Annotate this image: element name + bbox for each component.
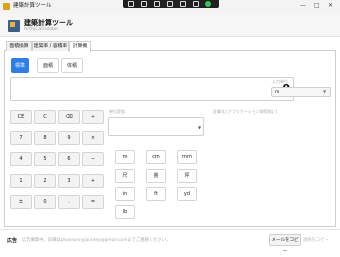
key-3[interactable]: 3 (58, 174, 80, 188)
key-2[interactable]: 2 (34, 174, 56, 188)
key-8[interactable]: 8 (34, 131, 56, 145)
key-7[interactable]: 7 (10, 131, 32, 145)
app-logo-icon (8, 20, 20, 32)
footer-divider (0, 229, 340, 230)
unit-in-button[interactable]: in (115, 187, 135, 201)
key-0[interactable]: 0 (34, 195, 56, 209)
check-icon[interactable] (205, 1, 211, 7)
unit-m-button[interactable]: m (115, 150, 135, 164)
unit-conversion-label: 単位変換 (109, 109, 125, 114)
key-minus[interactable]: − (82, 152, 104, 166)
tab-area-conversion[interactable]: 面積換算 (6, 41, 32, 51)
mode-standard-button[interactable]: 標準 (11, 58, 29, 73)
unit-cm-button[interactable]: cm (146, 150, 166, 164)
app-subtitle: ArchiCalculator (24, 27, 59, 32)
ad-text: 広告募集中。詳細はphoosunnyjourney@gmail.comまでご連絡… (22, 238, 171, 243)
key-5[interactable]: 5 (34, 152, 56, 166)
unit-tsubo-button[interactable]: 坪 (177, 169, 197, 183)
calculator-display (10, 77, 294, 101)
key-1[interactable]: 1 (10, 174, 32, 188)
unit-ft-button[interactable]: ft (146, 187, 166, 201)
capture-region-icon[interactable] (141, 1, 147, 7)
unit-jo-button[interactable]: 畳 (146, 169, 166, 183)
key-divide[interactable]: ÷ (82, 110, 104, 124)
copy-note: 連絡先コピー (303, 238, 329, 243)
copy-email-button[interactable]: メールをコピー (269, 234, 301, 254)
capture-window-icon[interactable] (128, 1, 134, 7)
minimize-button[interactable]: — (300, 2, 306, 10)
formula-label: 計算式 (アプリケーション取得前に) (213, 109, 278, 114)
unit-conversion-select[interactable] (108, 117, 204, 136)
key-4[interactable]: 4 (10, 152, 32, 166)
key-plus[interactable]: + (82, 174, 104, 188)
capture-fullscreen-icon[interactable] (180, 1, 186, 7)
unit-lb-button[interactable]: lb (115, 205, 135, 219)
input-unit-label: 入力単位 (272, 79, 288, 84)
ad-label: 広告 (7, 238, 18, 244)
close-button[interactable]: ✕ (328, 2, 333, 10)
unit-yd-button[interactable]: yd (177, 187, 197, 201)
unit-mm-button[interactable]: mm (177, 150, 197, 164)
key-clear[interactable]: C (34, 110, 56, 124)
key-backspace[interactable]: ⌫ (58, 110, 80, 124)
app-icon-small (3, 3, 10, 10)
key-9[interactable]: 9 (58, 131, 80, 145)
capture-video-icon[interactable] (154, 1, 160, 7)
key-sign[interactable]: ± (10, 195, 32, 209)
mode-volume-button[interactable]: 体積 (61, 58, 83, 73)
window-title: 建築計算ツール (13, 3, 52, 9)
tab-building-ratio[interactable]: 建築率 / 容積率 (32, 41, 69, 51)
maximize-button[interactable]: □ (314, 2, 320, 10)
key-decimal[interactable]: . (58, 195, 80, 209)
key-multiply[interactable]: × (82, 131, 104, 145)
key-clear-entry[interactable]: CE (10, 110, 32, 124)
mode-area-button[interactable]: 面積 (37, 58, 59, 73)
capture-screen-icon[interactable] (167, 1, 173, 7)
key-6[interactable]: 6 (58, 152, 80, 166)
unit-shaku-button[interactable]: 尺 (115, 169, 135, 183)
input-unit-select[interactable]: m (271, 87, 331, 97)
key-equals[interactable]: = (82, 195, 104, 209)
chevron-down-icon: ▼ (323, 89, 327, 94)
capture-settings-icon[interactable] (193, 1, 199, 7)
chevron-down-icon: ▼ (198, 125, 202, 130)
